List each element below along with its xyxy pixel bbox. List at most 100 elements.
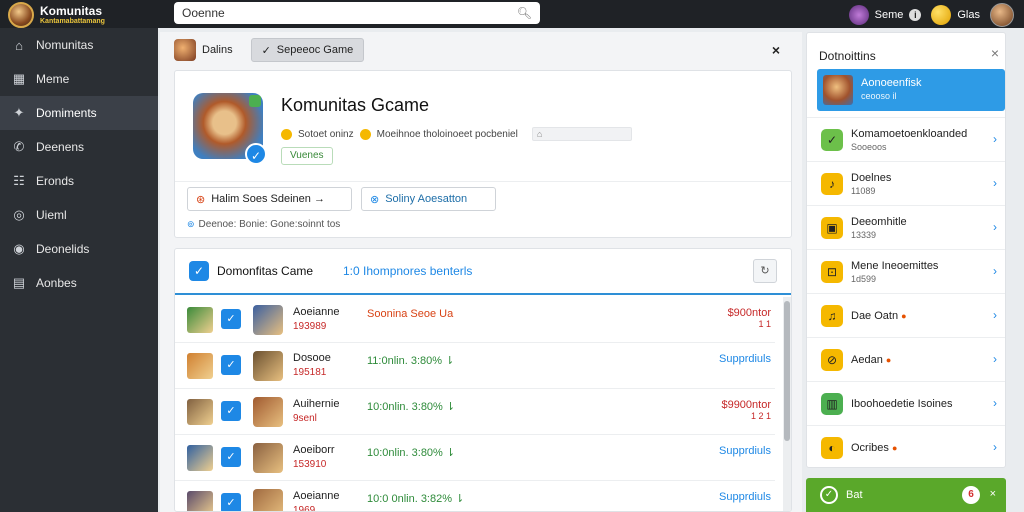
panel-item-active[interactable]: Aonoeenfisk ceooso il bbox=[817, 69, 1005, 111]
link-icon: ⊗ bbox=[370, 193, 380, 206]
chat-bar[interactable]: ✓ Bat 6 × bbox=[806, 478, 1006, 512]
search-icon[interactable]: 🔍︎ bbox=[517, 6, 532, 20]
select-all-checkbox[interactable]: ✓ bbox=[189, 261, 209, 281]
sidebar-item-aonbes[interactable]: ▤ Aonbes bbox=[0, 266, 158, 300]
halim-button[interactable]: ⊛ Halim Soes Sdeinen → bbox=[187, 187, 352, 211]
sidebar-item-uieml[interactable]: ◎ Uieml bbox=[0, 198, 158, 232]
sidebar-item-domiments[interactable]: ✦ Domiments bbox=[0, 96, 158, 130]
row-price[interactable]: Supprdiuls bbox=[719, 491, 771, 503]
sidebar-item-label: Meme bbox=[36, 72, 70, 86]
list-scrollbar[interactable] bbox=[783, 297, 791, 511]
meta-field[interactable]: ⌂ bbox=[531, 127, 632, 141]
sidebar-item-eronds[interactable]: ☷ Eronds bbox=[0, 164, 158, 198]
table-row[interactable]: ✓ Aoeianne 193989 Soonina Seoe Ua $900ntor 1 … bbox=[175, 297, 775, 343]
close-icon[interactable]: × bbox=[991, 45, 999, 61]
game-meta: Sotoet oninz Moeihnoe tholoinoeet pocben… bbox=[281, 127, 632, 141]
item-icon: ♪ bbox=[821, 173, 843, 195]
row-id: 195181 bbox=[293, 367, 327, 378]
chevron-right-icon[interactable]: › bbox=[993, 220, 997, 234]
circle-icon: ◎ bbox=[13, 207, 25, 222]
game-thumbnail bbox=[187, 445, 213, 471]
table-row[interactable]: ✓ Aoeianne 1969 10:0 0nlin. 3:82% ⇂ Supprdiu… bbox=[175, 481, 775, 512]
panel-item[interactable]: ◐ Ocribes ● › bbox=[807, 425, 1005, 467]
row-price[interactable]: $9900ntor 1 2 1 bbox=[721, 399, 771, 421]
tab-sepeeoc-game[interactable]: ✓ Sepeeoc Game bbox=[250, 38, 365, 62]
row-desc: 10:0 0nlin. 3:82% ⇂ bbox=[367, 493, 465, 505]
chevron-right-icon[interactable]: › bbox=[993, 132, 997, 146]
panel-item[interactable]: ♪ Doelnes 11089 › bbox=[807, 161, 1005, 205]
sidebar-item-meme[interactable]: ▦ Meme bbox=[0, 62, 158, 96]
row-price-sub: 1 2 1 bbox=[750, 411, 771, 421]
top-bar: Komunitas Kantamabattamang 🔍︎ Seme i Gla… bbox=[0, 0, 1024, 28]
row-id: 193989 bbox=[293, 321, 327, 332]
tab-label: Dalins bbox=[202, 44, 233, 56]
row-id: 1969 bbox=[293, 505, 316, 512]
row-checkbox[interactable]: ✓ bbox=[221, 447, 241, 467]
row-checkbox[interactable]: ✓ bbox=[221, 493, 241, 511]
coins-menu[interactable]: Glas bbox=[931, 5, 980, 25]
close-icon[interactable]: × bbox=[772, 42, 780, 58]
emoji-icon bbox=[281, 128, 292, 140]
doc-icon: ▤ bbox=[12, 275, 26, 290]
soliny-button[interactable]: ⊗ Soliny Aoesatton bbox=[361, 187, 496, 211]
panel-item[interactable]: ⊘ Aedan ● › bbox=[807, 337, 1005, 381]
panel-item-title-text: Ocribes bbox=[851, 442, 889, 454]
home-icon: ⌂ bbox=[15, 37, 23, 53]
chevron-right-icon[interactable]: › bbox=[993, 396, 997, 410]
check-icon: ✓ bbox=[820, 486, 838, 504]
tab-dalins[interactable]: Dalins bbox=[174, 38, 243, 62]
scrollbar-thumb[interactable] bbox=[784, 301, 790, 441]
table-row[interactable]: ✓ Aoeiborr 153910 10:0nlin. 3:80% ⇂ Supprdiu… bbox=[175, 435, 775, 481]
chevron-right-icon[interactable]: › bbox=[993, 308, 997, 322]
row-price-text: Supprdiuls bbox=[719, 491, 771, 503]
panel-item[interactable]: ♫ Dae Oatn ● › bbox=[807, 293, 1005, 337]
row-name: Aoeiborr bbox=[293, 444, 335, 456]
chevron-right-icon[interactable]: › bbox=[993, 264, 997, 278]
panel-item-title-text: Aedan bbox=[851, 354, 883, 366]
user-menu[interactable]: Seme i bbox=[848, 5, 922, 25]
panel-item[interactable]: ✓ Komamoetoenkloanded Sooeoos › bbox=[807, 117, 1005, 161]
panel-item-sub: Sooeoos bbox=[851, 142, 887, 152]
info-icon[interactable]: i bbox=[909, 9, 922, 21]
panel-item-title-text: Iboohoedetie Isoines bbox=[851, 398, 953, 410]
game-thumbnail bbox=[253, 443, 283, 473]
row-price[interactable]: Supprdiuls bbox=[719, 353, 771, 365]
chevron-right-icon[interactable]: › bbox=[993, 176, 997, 190]
panel-item[interactable]: ▣ Deeomhitle 13339 › bbox=[807, 205, 1005, 249]
row-checkbox[interactable]: ✓ bbox=[221, 309, 241, 329]
sidebar-item-nomunitas[interactable]: ⌂ Nomunitas bbox=[0, 28, 158, 62]
brand-logo bbox=[8, 2, 34, 28]
panel-item[interactable]: ▥ Iboohoedetie Isoines › bbox=[807, 381, 1005, 425]
row-checkbox[interactable]: ✓ bbox=[221, 401, 241, 421]
panel-item-title: Aedan ● bbox=[851, 354, 891, 366]
profile-avatar[interactable] bbox=[990, 3, 1014, 27]
user-avatar-icon bbox=[848, 5, 869, 25]
list-title: Domonfitas Came bbox=[217, 264, 314, 278]
search-box: 🔍︎ bbox=[174, 2, 540, 24]
row-price[interactable]: $900ntor 1 1 bbox=[728, 307, 771, 329]
search-input[interactable] bbox=[182, 6, 511, 20]
panel-item-sub: ceooso il bbox=[861, 91, 897, 101]
chevron-right-icon[interactable]: › bbox=[993, 352, 997, 366]
refresh-icon[interactable]: ↻ bbox=[753, 259, 777, 283]
check-icon: ✓ bbox=[261, 44, 271, 57]
online-dot-icon bbox=[249, 95, 261, 107]
row-checkbox[interactable]: ✓ bbox=[221, 355, 241, 375]
emoji-icon bbox=[359, 128, 371, 140]
fire-icon: ● bbox=[891, 443, 898, 453]
sidebar-item-deonelids[interactable]: ◉ Deonelids bbox=[0, 232, 158, 266]
table-row[interactable]: ✓ Auihernie 9senl 10:0nlin. 3:80% ⇂ $9900nto… bbox=[175, 389, 775, 435]
brand-text: Komunitas Kantamabattamang bbox=[40, 5, 105, 25]
chevron-right-icon[interactable]: › bbox=[993, 440, 997, 454]
row-price[interactable]: Supprdiuls bbox=[719, 445, 771, 457]
game-thumbnail bbox=[187, 353, 213, 379]
tab-label: Sepeeoc Game bbox=[276, 44, 354, 56]
table-row[interactable]: ✓ Dosooe 195181 11:0nlin. 3:80% ⇂ Supprdiuls bbox=[175, 343, 775, 389]
sidebar-item-deenens[interactable]: ✆ Deenens bbox=[0, 130, 158, 164]
row-price-sub: 1 1 bbox=[758, 319, 771, 329]
panel-item-title-text: Komamoetoenkloanded bbox=[851, 128, 968, 140]
close-icon[interactable]: × bbox=[990, 488, 996, 500]
panel-item[interactable]: ⊡ Mene Ineoemittes 1d599 › bbox=[807, 249, 1005, 293]
brand[interactable]: Komunitas Kantamabattamang bbox=[8, 2, 105, 28]
fire-icon: ● bbox=[901, 311, 907, 321]
